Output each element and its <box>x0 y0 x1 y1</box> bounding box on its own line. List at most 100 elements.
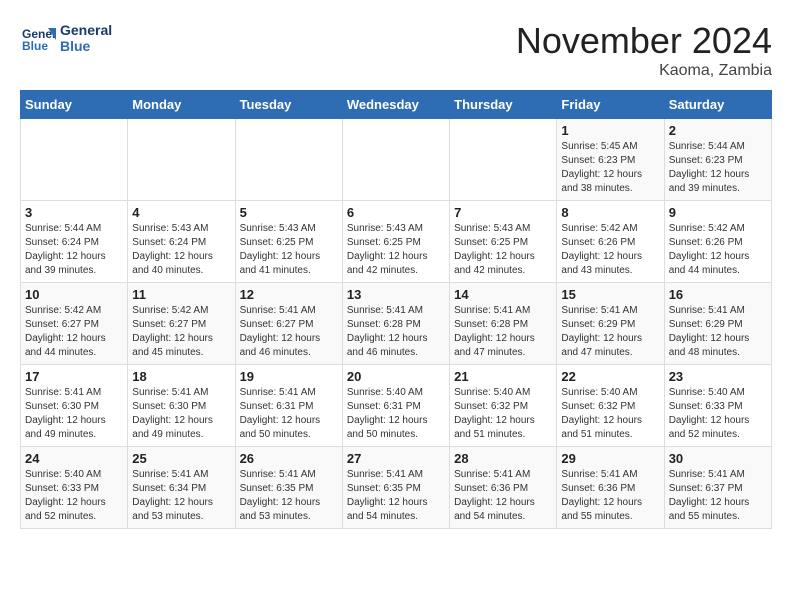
day-info: Sunrise: 5:40 AM Sunset: 6:32 PM Dayligh… <box>454 386 552 442</box>
header: General Blue General Blue November 2024 … <box>20 20 772 80</box>
calendar-cell: 21 Sunrise: 5:40 AM Sunset: 6:32 PM Dayli… <box>450 365 557 447</box>
day-number: 17 <box>25 369 123 384</box>
day-number: 24 <box>25 451 123 466</box>
weekday-header-row: SundayMondayTuesdayWednesdayThursdayFrid… <box>21 91 772 119</box>
day-info: Sunrise: 5:41 AM Sunset: 6:28 PM Dayligh… <box>454 304 552 360</box>
location-title: Kaoma, Zambia <box>516 62 772 80</box>
calendar-cell: 11Sunrise: 5:42 AM Sunset: 6:27 PM Dayli… <box>128 283 235 365</box>
day-info: Sunrise: 5:41 AM Sunset: 6:30 PM Dayligh… <box>132 386 230 442</box>
weekday-header: Monday <box>128 91 235 119</box>
weekday-header: Wednesday <box>342 91 449 119</box>
day-number: 7 <box>454 205 552 220</box>
title-area: November 2024 Kaoma, Zambia <box>516 20 772 80</box>
logo-general: General <box>60 22 112 38</box>
calendar-week-row: 1 Sunrise: 5:45 AM Sunset: 6:23 PM Daylig… <box>21 119 772 201</box>
calendar-cell: 10 Sunrise: 5:42 AM Sunset: 6:27 PM Dayli… <box>21 283 128 365</box>
calendar-cell: 28 Sunrise: 5:41 AM Sunset: 6:36 PM Dayli… <box>450 447 557 529</box>
day-info: Sunrise: 5:40 AM Sunset: 6:33 PM Dayligh… <box>669 386 767 442</box>
day-number: 22 <box>561 369 659 384</box>
logo-icon: General Blue <box>20 20 56 56</box>
calendar-cell <box>128 119 235 201</box>
calendar-cell: 13 Sunrise: 5:41 AM Sunset: 6:28 PM Dayli… <box>342 283 449 365</box>
svg-text:Blue: Blue <box>22 39 48 53</box>
calendar-cell: 18Sunrise: 5:41 AM Sunset: 6:30 PM Dayli… <box>128 365 235 447</box>
month-title: November 2024 <box>516 20 772 62</box>
day-number: 29 <box>561 451 659 466</box>
day-info: Sunrise: 5:42 AM Sunset: 6:26 PM Dayligh… <box>561 222 659 278</box>
day-info: Sunrise: 5:44 AM Sunset: 6:23 PM Dayligh… <box>669 140 767 196</box>
calendar-cell: 3 Sunrise: 5:44 AM Sunset: 6:24 PM Daylig… <box>21 201 128 283</box>
day-number: 8 <box>561 205 659 220</box>
calendar-cell: 25 Sunrise: 5:41 AM Sunset: 6:34 PM Dayli… <box>128 447 235 529</box>
calendar-cell: 7 Sunrise: 5:43 AM Sunset: 6:25 PM Daylig… <box>450 201 557 283</box>
calendar-week-row: 17 Sunrise: 5:41 AM Sunset: 6:30 PM Dayli… <box>21 365 772 447</box>
calendar-cell: 6 Sunrise: 5:43 AM Sunset: 6:25 PM Daylig… <box>342 201 449 283</box>
calendar-cell: 15Sunrise: 5:41 AM Sunset: 6:29 PM Dayli… <box>557 283 664 365</box>
day-number: 26 <box>240 451 338 466</box>
day-info: Sunrise: 5:43 AM Sunset: 6:25 PM Dayligh… <box>240 222 338 278</box>
day-number: 6 <box>347 205 445 220</box>
weekday-header: Saturday <box>664 91 771 119</box>
logo-blue: Blue <box>60 38 112 54</box>
day-number: 10 <box>25 287 123 302</box>
day-number: 30 <box>669 451 767 466</box>
day-info: Sunrise: 5:41 AM Sunset: 6:35 PM Dayligh… <box>240 468 338 524</box>
calendar-cell: 24 Sunrise: 5:40 AM Sunset: 6:33 PM Dayli… <box>21 447 128 529</box>
calendar-cell: 27 Sunrise: 5:41 AM Sunset: 6:35 PM Dayli… <box>342 447 449 529</box>
day-info: Sunrise: 5:40 AM Sunset: 6:33 PM Dayligh… <box>25 468 123 524</box>
day-info: Sunrise: 5:41 AM Sunset: 6:34 PM Dayligh… <box>132 468 230 524</box>
weekday-header: Tuesday <box>235 91 342 119</box>
calendar-week-row: 3 Sunrise: 5:44 AM Sunset: 6:24 PM Daylig… <box>21 201 772 283</box>
day-number: 4 <box>132 205 230 220</box>
day-info: Sunrise: 5:40 AM Sunset: 6:31 PM Dayligh… <box>347 386 445 442</box>
day-info: Sunrise: 5:41 AM Sunset: 6:28 PM Dayligh… <box>347 304 445 360</box>
day-info: Sunrise: 5:41 AM Sunset: 6:30 PM Dayligh… <box>25 386 123 442</box>
calendar-cell <box>342 119 449 201</box>
day-number: 3 <box>25 205 123 220</box>
day-number: 20 <box>347 369 445 384</box>
day-info: Sunrise: 5:41 AM Sunset: 6:31 PM Dayligh… <box>240 386 338 442</box>
calendar-cell: 12 Sunrise: 5:41 AM Sunset: 6:27 PM Dayli… <box>235 283 342 365</box>
day-info: Sunrise: 5:41 AM Sunset: 6:36 PM Dayligh… <box>454 468 552 524</box>
day-number: 25 <box>132 451 230 466</box>
day-number: 12 <box>240 287 338 302</box>
day-info: Sunrise: 5:41 AM Sunset: 6:29 PM Dayligh… <box>669 304 767 360</box>
calendar-cell: 26 Sunrise: 5:41 AM Sunset: 6:35 PM Dayli… <box>235 447 342 529</box>
day-info: Sunrise: 5:40 AM Sunset: 6:32 PM Dayligh… <box>561 386 659 442</box>
day-info: Sunrise: 5:41 AM Sunset: 6:35 PM Dayligh… <box>347 468 445 524</box>
calendar-cell: 20 Sunrise: 5:40 AM Sunset: 6:31 PM Dayli… <box>342 365 449 447</box>
day-info: Sunrise: 5:45 AM Sunset: 6:23 PM Dayligh… <box>561 140 659 196</box>
weekday-header: Thursday <box>450 91 557 119</box>
day-info: Sunrise: 5:42 AM Sunset: 6:27 PM Dayligh… <box>132 304 230 360</box>
day-number: 19 <box>240 369 338 384</box>
calendar-table: SundayMondayTuesdayWednesdayThursdayFrid… <box>20 90 772 529</box>
calendar-cell: 16Sunrise: 5:41 AM Sunset: 6:29 PM Dayli… <box>664 283 771 365</box>
calendar-week-row: 10 Sunrise: 5:42 AM Sunset: 6:27 PM Dayli… <box>21 283 772 365</box>
calendar-cell <box>21 119 128 201</box>
weekday-header: Sunday <box>21 91 128 119</box>
calendar-cell: 1 Sunrise: 5:45 AM Sunset: 6:23 PM Daylig… <box>557 119 664 201</box>
day-number: 9 <box>669 205 767 220</box>
day-info: Sunrise: 5:42 AM Sunset: 6:27 PM Dayligh… <box>25 304 123 360</box>
day-number: 13 <box>347 287 445 302</box>
calendar-cell: 2Sunrise: 5:44 AM Sunset: 6:23 PM Daylig… <box>664 119 771 201</box>
calendar-cell: 19 Sunrise: 5:41 AM Sunset: 6:31 PM Dayli… <box>235 365 342 447</box>
day-info: Sunrise: 5:43 AM Sunset: 6:25 PM Dayligh… <box>347 222 445 278</box>
calendar-cell: 8 Sunrise: 5:42 AM Sunset: 6:26 PM Daylig… <box>557 201 664 283</box>
day-number: 21 <box>454 369 552 384</box>
day-number: 1 <box>561 123 659 138</box>
day-number: 23 <box>669 369 767 384</box>
day-number: 5 <box>240 205 338 220</box>
day-info: Sunrise: 5:42 AM Sunset: 6:26 PM Dayligh… <box>669 222 767 278</box>
calendar-cell: 17 Sunrise: 5:41 AM Sunset: 6:30 PM Dayli… <box>21 365 128 447</box>
day-info: Sunrise: 5:44 AM Sunset: 6:24 PM Dayligh… <box>25 222 123 278</box>
calendar-cell: 29Sunrise: 5:41 AM Sunset: 6:36 PM Dayli… <box>557 447 664 529</box>
day-info: Sunrise: 5:41 AM Sunset: 6:27 PM Dayligh… <box>240 304 338 360</box>
day-number: 15 <box>561 287 659 302</box>
calendar-cell <box>450 119 557 201</box>
day-number: 28 <box>454 451 552 466</box>
day-info: Sunrise: 5:43 AM Sunset: 6:25 PM Dayligh… <box>454 222 552 278</box>
day-info: Sunrise: 5:41 AM Sunset: 6:37 PM Dayligh… <box>669 468 767 524</box>
calendar-cell: 4Sunrise: 5:43 AM Sunset: 6:24 PM Daylig… <box>128 201 235 283</box>
day-number: 27 <box>347 451 445 466</box>
